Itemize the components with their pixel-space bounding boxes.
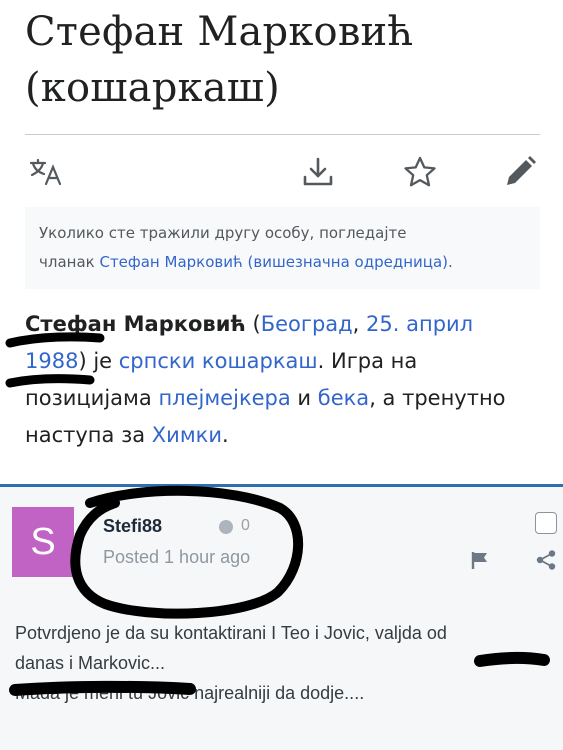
reputation-count: 0 (241, 517, 250, 534)
hatnote-suffix: . (448, 253, 453, 271)
share-button[interactable] (535, 549, 557, 575)
multiquote-checkbox[interactable] (535, 512, 557, 534)
disambiguation-link[interactable]: Стефан Марковић (вишезначна одредница) (99, 253, 448, 271)
flag-icon (470, 552, 492, 574)
star-icon (402, 155, 438, 189)
pencil-icon (502, 154, 538, 190)
post-timestamp: Posted 1 hour ago (103, 547, 251, 567)
birthyear-link[interactable]: 1988 (25, 349, 78, 373)
lead-text: и (290, 386, 318, 410)
subject-name: Стефан Марковић (25, 312, 246, 336)
watch-button[interactable] (398, 150, 442, 194)
page-title: Стефан Марковић (кошаркаш) (25, 4, 545, 116)
nationality-link[interactable]: српски кошаркаш (119, 349, 318, 373)
lead-paragraph: Стефан Марковић (Београд, 25. април 1988)… (25, 306, 540, 454)
hatnote-line-1: Уколико сте тражили другу особу, погледа… (39, 224, 407, 242)
club-link[interactable]: Химки (152, 423, 222, 447)
page-title-line-2: (кошаркаш) (25, 65, 280, 111)
avatar[interactable]: S (12, 507, 74, 577)
title-divider (25, 134, 540, 135)
lead-text: . (222, 423, 229, 447)
page-title-line-1: Стефан Марковић (25, 9, 414, 55)
birthplace-link[interactable]: Београд (261, 312, 353, 336)
lead-text: , (352, 312, 367, 336)
post-content: Potvrdjeno je da su kontaktirani I Teo i… (15, 618, 555, 708)
download-button[interactable] (296, 150, 340, 194)
download-icon (301, 155, 335, 189)
disambiguation-hatnote: Уколико сте тражили другу особу, погледа… (25, 207, 540, 289)
username-link[interactable]: Stefi88 (103, 516, 162, 537)
guard-link[interactable]: бека (318, 386, 369, 410)
language-button[interactable] (24, 150, 68, 194)
wikipedia-article: Стефан Марковић (кошаркаш) Уколико сте т… (0, 0, 563, 480)
share-icon (535, 550, 557, 575)
lead-text: ) је (78, 349, 119, 373)
post-line: Potvrdjeno je da su kontaktirani I Teo i… (15, 623, 447, 643)
post-line: Mada je meni tu Jovic najrealniji da dod… (15, 683, 365, 703)
playmaker-link[interactable]: плејмејкера (158, 386, 290, 410)
translate-icon (28, 157, 64, 187)
post-line: danas i Markovic... (15, 653, 166, 673)
lead-text: ( (245, 312, 261, 336)
birthdate-link[interactable]: 25. април (366, 312, 473, 336)
reputation-dot-icon (219, 520, 233, 534)
edit-button[interactable] (498, 150, 542, 194)
hatnote-prefix: чланак (39, 253, 100, 271)
report-button[interactable] (470, 550, 492, 574)
hatnote-line-2: чланак Стефан Марковић (вишезначна одред… (39, 248, 526, 277)
